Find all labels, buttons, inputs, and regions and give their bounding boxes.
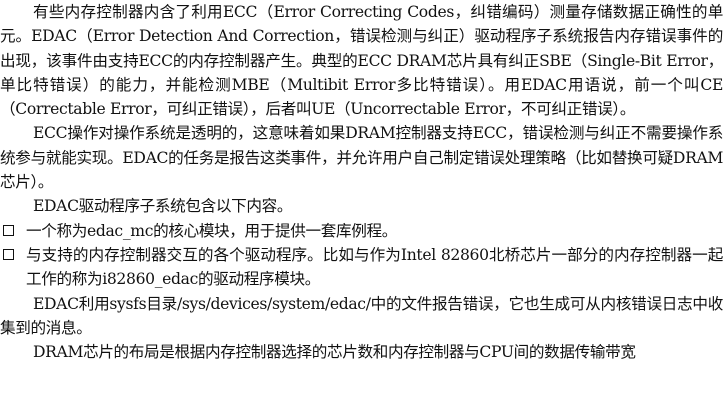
paragraph-dram-layout: DRAM芯片的布局是根据内存控制器选择的芯片数和内存控制器与CPU间的数据传输带… xyxy=(33,343,636,362)
list-item-text: 一个称为edac_mc的核心模块，用于提供一套库例程。 xyxy=(26,221,397,240)
paragraph-ecc-intro: 有些内存控制器内含了利用ECC（Error Correcting Codes，纠… xyxy=(0,3,723,119)
paragraph-sysfs: EDAC利用sysfs目录/sys/devices/system/edac/中的… xyxy=(0,294,723,337)
edac-components-list: 一个称为edac_mc的核心模块，用于提供一套库例程。 与支持的内存控制器交互的… xyxy=(0,219,727,292)
checkbox-bullet-icon xyxy=(3,224,14,236)
list-item: 一个称为edac_mc的核心模块，用于提供一套库例程。 xyxy=(0,219,727,243)
paragraph-edac-contents: EDAC驱动程序子系统包含以下内容。 xyxy=(33,197,293,216)
checkbox-bullet-icon xyxy=(3,248,14,260)
list-item: 与支持的内存控制器交互的各个驱动程序。比如与作为Intel 82860北桥芯片一… xyxy=(0,243,727,292)
paragraph-ecc-transparency: ECC操作对操作系统是透明的，这意味着如果DRAM控制器支持ECC，错误检测与纠… xyxy=(0,124,723,192)
document-page: 有些内存控制器内含了利用ECC（Error Correcting Codes，纠… xyxy=(0,0,727,408)
list-item-text: 与支持的内存控制器交互的各个驱动程序。比如与作为Intel 82860北桥芯片一… xyxy=(26,245,723,289)
